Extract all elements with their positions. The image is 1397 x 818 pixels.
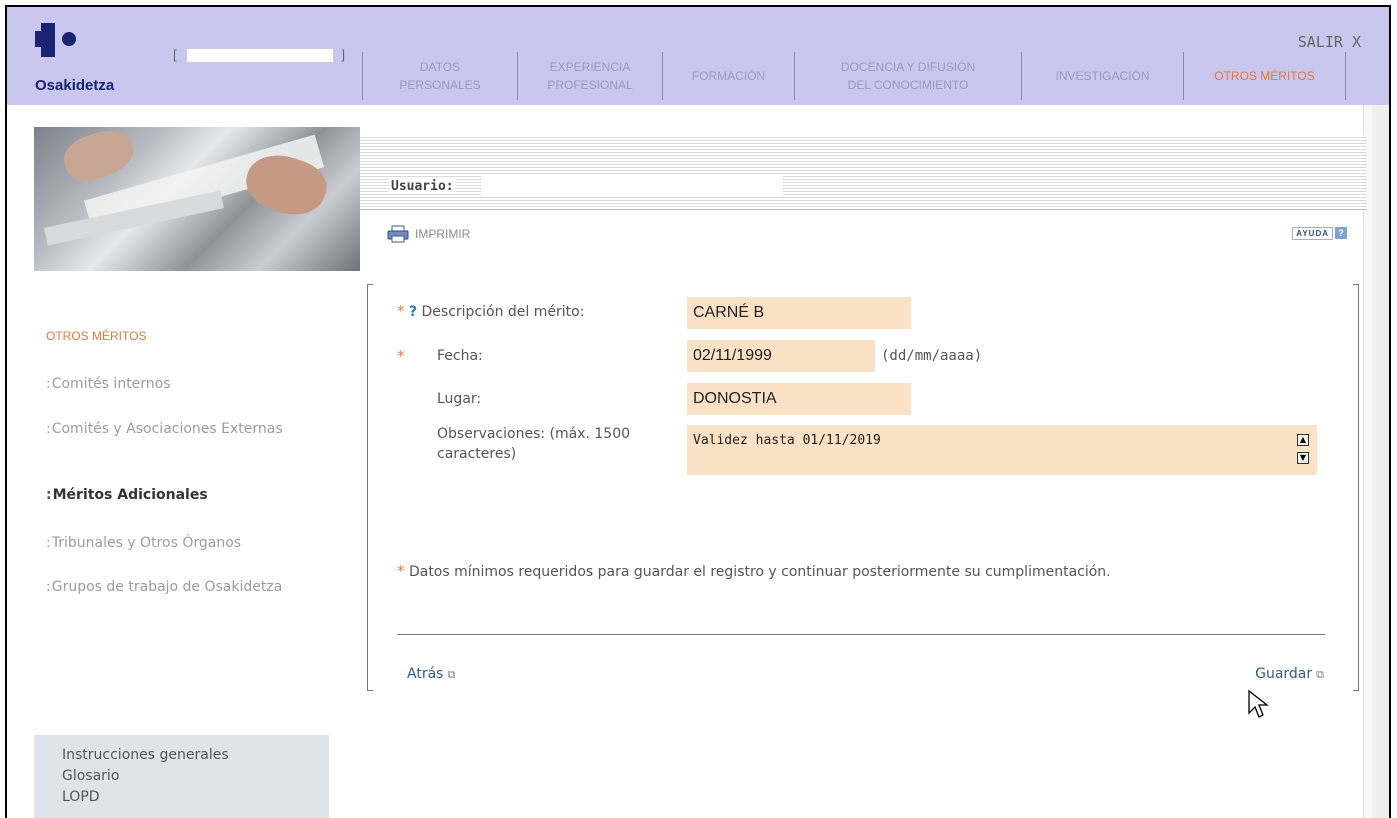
help-button[interactable]: AYUDA ? [1292, 227, 1347, 240]
descripcion-input[interactable]: CARNÉ B [687, 297, 911, 329]
header-photo [34, 127, 360, 271]
osakidetza-logo-icon[interactable] [35, 19, 85, 61]
usuario-label: Usuario: [389, 179, 456, 194]
help-label: AYUDA [1292, 227, 1333, 240]
print-label: IMPRIMIR [415, 227, 471, 241]
user-name-field: [ ] [173, 47, 345, 62]
fecha-label: Fecha: [437, 348, 483, 364]
sidebar-item-comites-internos[interactable]: :Comités internos [46, 374, 346, 394]
main-nav: DATOS PERSONALES EXPERIENCIA PROFESIONAL… [362, 52, 1346, 100]
external-link-icon: ⧉ [447, 668, 456, 681]
help-question-icon[interactable]: ? [409, 304, 417, 320]
sidebar-item-comites-externos[interactable]: :Comités y Asociaciones Externas [46, 419, 326, 439]
sidebar-item-grupos-trabajo[interactable]: :Grupos de trabajo de Osakidetza [46, 577, 296, 597]
link-lopd[interactable]: LOPD [62, 787, 329, 808]
toolbar-divider [360, 209, 1367, 210]
lugar-label: Lugar: [437, 391, 482, 407]
sidebar-item-tribunales[interactable]: :Tribunales y Otros Órganos [46, 533, 346, 553]
back-button[interactable]: Atrás ⧉ [407, 666, 455, 682]
help-icon: ? [1335, 227, 1347, 239]
fecha-format-hint: (dd/mm/aaaa) [881, 348, 983, 364]
header-bar: Osakidetza [ ] SALIR X DATOS PERSONALES … [7, 7, 1389, 105]
close-icon: X [1351, 33, 1361, 51]
tab-datos-personales[interactable]: DATOS PERSONALES [362, 52, 518, 100]
observaciones-label: Observaciones: (máx. 1500 caracteres) [437, 426, 631, 462]
descripcion-label: * ? Descripción del mérito: [397, 302, 585, 320]
logout-button[interactable]: SALIR X [1298, 33, 1361, 51]
print-button[interactable]: IMPRIMIR [387, 225, 470, 243]
tab-otros-meritos[interactable]: OTROS MÉRITOS [1184, 52, 1346, 100]
link-instrucciones[interactable]: Instrucciones generales [62, 745, 329, 766]
fecha-label-row: * [397, 346, 405, 367]
main-content: Usuario: IMPRIMIR AYUDA ? OTROS MÉRITOS … [34, 127, 1367, 818]
brand-name: Osakidetza [35, 77, 115, 94]
browser-frame: Osakidetza [ ] SALIR X DATOS PERSONALES … [5, 5, 1391, 818]
save-button[interactable]: Guardar ⧉ [1255, 666, 1324, 682]
fecha-input[interactable]: 02/11/1999 [687, 340, 875, 372]
form-divider [397, 634, 1325, 635]
mouse-cursor-icon [1248, 689, 1269, 718]
sidebar-title: OTROS MÉRITOS [46, 329, 147, 343]
scroll-down-icon[interactable]: ▼ [1297, 452, 1309, 464]
tab-experiencia-profesional[interactable]: EXPERIENCIA PROFESIONAL [518, 52, 663, 100]
printer-icon [387, 225, 409, 243]
sidebar-item-meritos-adicionales[interactable]: :Méritos Adicionales [46, 485, 346, 505]
required-mark: * [397, 302, 405, 320]
external-link-icon: ⧉ [1316, 668, 1324, 681]
tab-docencia[interactable]: DOCENCIA Y DIFUSIÓN DEL CONOCIMIENTO [795, 52, 1022, 100]
tab-investigacion[interactable]: INVESTIGACIÓN [1022, 52, 1184, 100]
tab-formacion[interactable]: FORMACIÓN [663, 52, 795, 100]
form-panel: * ? Descripción del mérito: CARNÉ B * Fe… [367, 284, 1359, 691]
required-note: * Datos mínimos requeridos para guardar … [397, 562, 1111, 580]
scroll-up-icon[interactable]: ▲ [1297, 434, 1309, 446]
lugar-input[interactable]: DONOSTIA [687, 383, 911, 415]
striped-banner [360, 135, 1367, 210]
observaciones-textarea[interactable]: Validez hasta 01/11/2019 [687, 425, 1317, 475]
footer-links: Instrucciones generales Glosario LOPD [34, 735, 329, 818]
usuario-value [481, 175, 783, 197]
required-mark: * [397, 347, 405, 365]
link-glosario[interactable]: Glosario [62, 766, 329, 787]
